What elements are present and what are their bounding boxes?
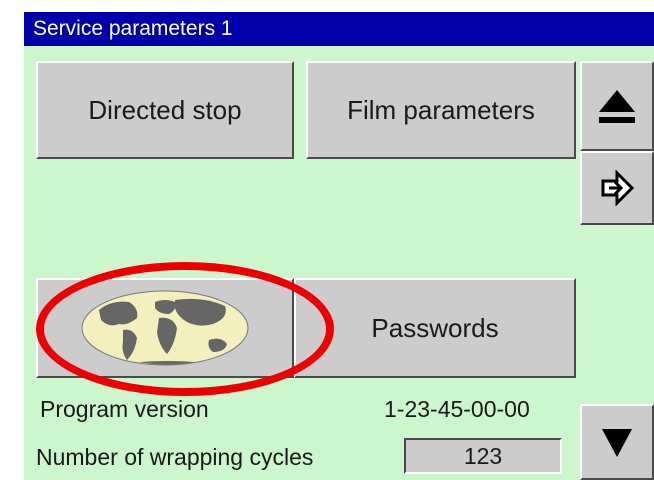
wrapping-cycles-value[interactable]: 123 bbox=[404, 438, 562, 474]
service-screen: Service parameters 1 Directed stop Film … bbox=[24, 12, 654, 480]
language-button[interactable] bbox=[36, 278, 294, 378]
world-map-icon bbox=[81, 290, 249, 366]
directed-stop-button[interactable]: Directed stop bbox=[36, 61, 294, 159]
enter-arrow-icon bbox=[601, 170, 635, 206]
eject-icon bbox=[599, 90, 635, 123]
wrapping-cycles-label: Number of wrapping cycles bbox=[36, 444, 314, 470]
program-version-label: Program version bbox=[40, 396, 209, 422]
down-triangle-icon bbox=[602, 429, 632, 457]
scroll-down-button[interactable] bbox=[580, 404, 654, 480]
program-version-value: 1-23-45-00-00 bbox=[384, 396, 530, 422]
passwords-button[interactable]: Passwords bbox=[294, 278, 576, 378]
film-parameters-button[interactable]: Film parameters bbox=[306, 61, 576, 159]
enter-button[interactable] bbox=[580, 151, 654, 225]
app-frame: Service parameters 1 Directed stop Film … bbox=[0, 0, 654, 480]
window-title: Service parameters 1 bbox=[24, 12, 654, 46]
eject-button[interactable] bbox=[580, 61, 654, 151]
